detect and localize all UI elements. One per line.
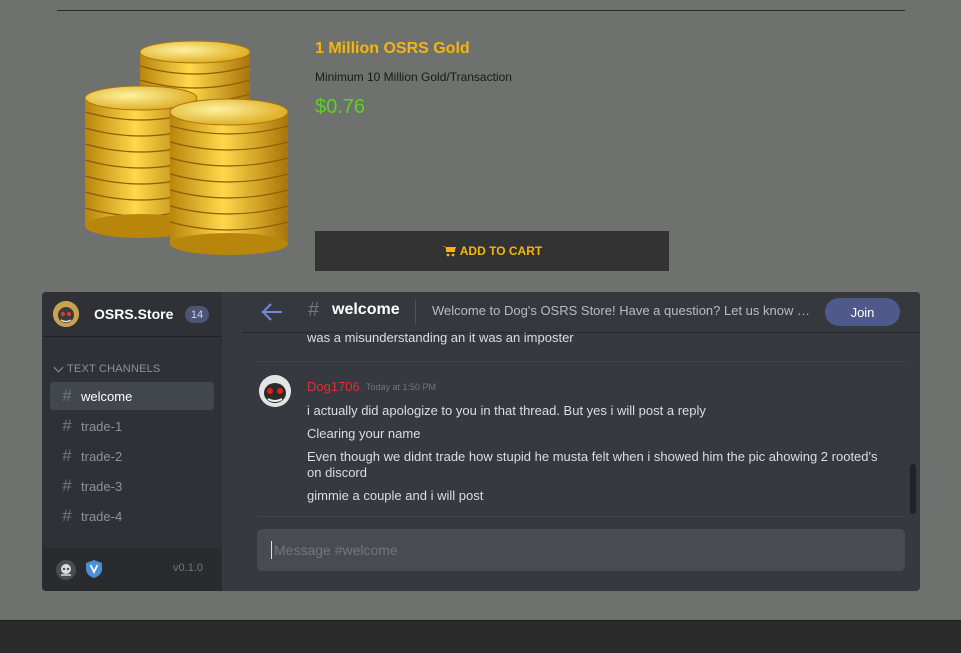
widget-sidebar: OSRS.Store 14 TEXT CHANNELS # welcome # … xyxy=(42,292,222,591)
channel-trade-3[interactable]: # trade-3 xyxy=(50,472,214,500)
channel-trade-4[interactable]: # trade-4 xyxy=(50,502,214,530)
product-title[interactable]: 1 Million OSRS Gold xyxy=(315,40,470,58)
server-name: OSRS.Store xyxy=(94,306,174,322)
channel-title: welcome xyxy=(332,301,400,318)
channel-trade-1[interactable]: # trade-1 xyxy=(50,412,214,440)
online-count-badge: 14 xyxy=(185,306,209,323)
category-label: TEXT CHANNELS xyxy=(67,363,161,375)
message-line: i actually did apologize to you in that … xyxy=(307,403,706,418)
hash-icon: # xyxy=(308,299,320,321)
scrollbar-thumb[interactable] xyxy=(910,464,916,514)
top-divider xyxy=(57,10,905,11)
message-composer[interactable] xyxy=(257,529,905,571)
channel-label: trade-1 xyxy=(81,418,123,434)
message-input[interactable] xyxy=(271,541,896,559)
chat-header: # welcome Welcome to Dog's OSRS Store! H… xyxy=(242,292,920,332)
hash-icon: # xyxy=(62,386,72,405)
discord-logo-icon[interactable] xyxy=(56,560,76,580)
message-author[interactable]: Dog1706 xyxy=(307,379,360,394)
message-list[interactable]: was a misunderstanding an it was an impo… xyxy=(222,332,920,517)
message-line: gimmie a couple and i will post xyxy=(307,488,484,503)
channel-category[interactable]: TEXT CHANNELS xyxy=(53,362,161,375)
add-to-cart-button[interactable]: ADD TO CART xyxy=(315,231,669,271)
back-arrow-icon[interactable] xyxy=(260,302,284,322)
page-footer xyxy=(0,620,961,653)
product-subtitle: Minimum 10 Million Gold/Transaction xyxy=(315,70,512,84)
discord-widget: OSRS.Store 14 TEXT CHANNELS # welcome # … xyxy=(42,292,920,591)
join-button[interactable]: Join xyxy=(825,298,900,326)
avatar[interactable] xyxy=(259,375,291,407)
product-price: $0.76 xyxy=(315,96,366,118)
add-to-cart-label: ADD TO CART xyxy=(459,244,543,258)
server-icon xyxy=(53,301,79,327)
message-line: was a misunderstanding an it was an impo… xyxy=(307,332,574,345)
chevron-down-icon xyxy=(53,362,64,372)
channel-label: trade-3 xyxy=(81,478,123,494)
gold-coins-image xyxy=(84,40,289,255)
message-line: Even though we didnt trade how stupid he… xyxy=(307,449,878,480)
channel-welcome[interactable]: # welcome xyxy=(50,382,214,410)
message-line: Clearing your name xyxy=(307,426,421,441)
message-timestamp: Today at 1:50 PM xyxy=(366,382,437,392)
hash-icon: # xyxy=(62,446,72,465)
channel-label: trade-4 xyxy=(81,508,123,524)
header-divider xyxy=(415,300,416,324)
message-divider xyxy=(257,516,905,517)
hash-icon: # xyxy=(62,416,72,435)
shopping-cart-icon xyxy=(441,246,456,257)
version-label: v0.1.0 xyxy=(173,562,203,574)
message-divider xyxy=(257,361,905,362)
channel-trade-2[interactable]: # trade-2 xyxy=(50,442,214,470)
hash-icon: # xyxy=(62,476,72,495)
verified-shield-icon[interactable] xyxy=(86,560,102,578)
hash-icon: # xyxy=(62,506,72,525)
channel-topic: Welcome to Dog's OSRS Store! Have a ques… xyxy=(432,303,817,318)
sidebar-footer: v0.1.0 xyxy=(42,548,222,591)
channel-label: welcome xyxy=(81,388,133,404)
channel-label: trade-2 xyxy=(81,448,123,464)
